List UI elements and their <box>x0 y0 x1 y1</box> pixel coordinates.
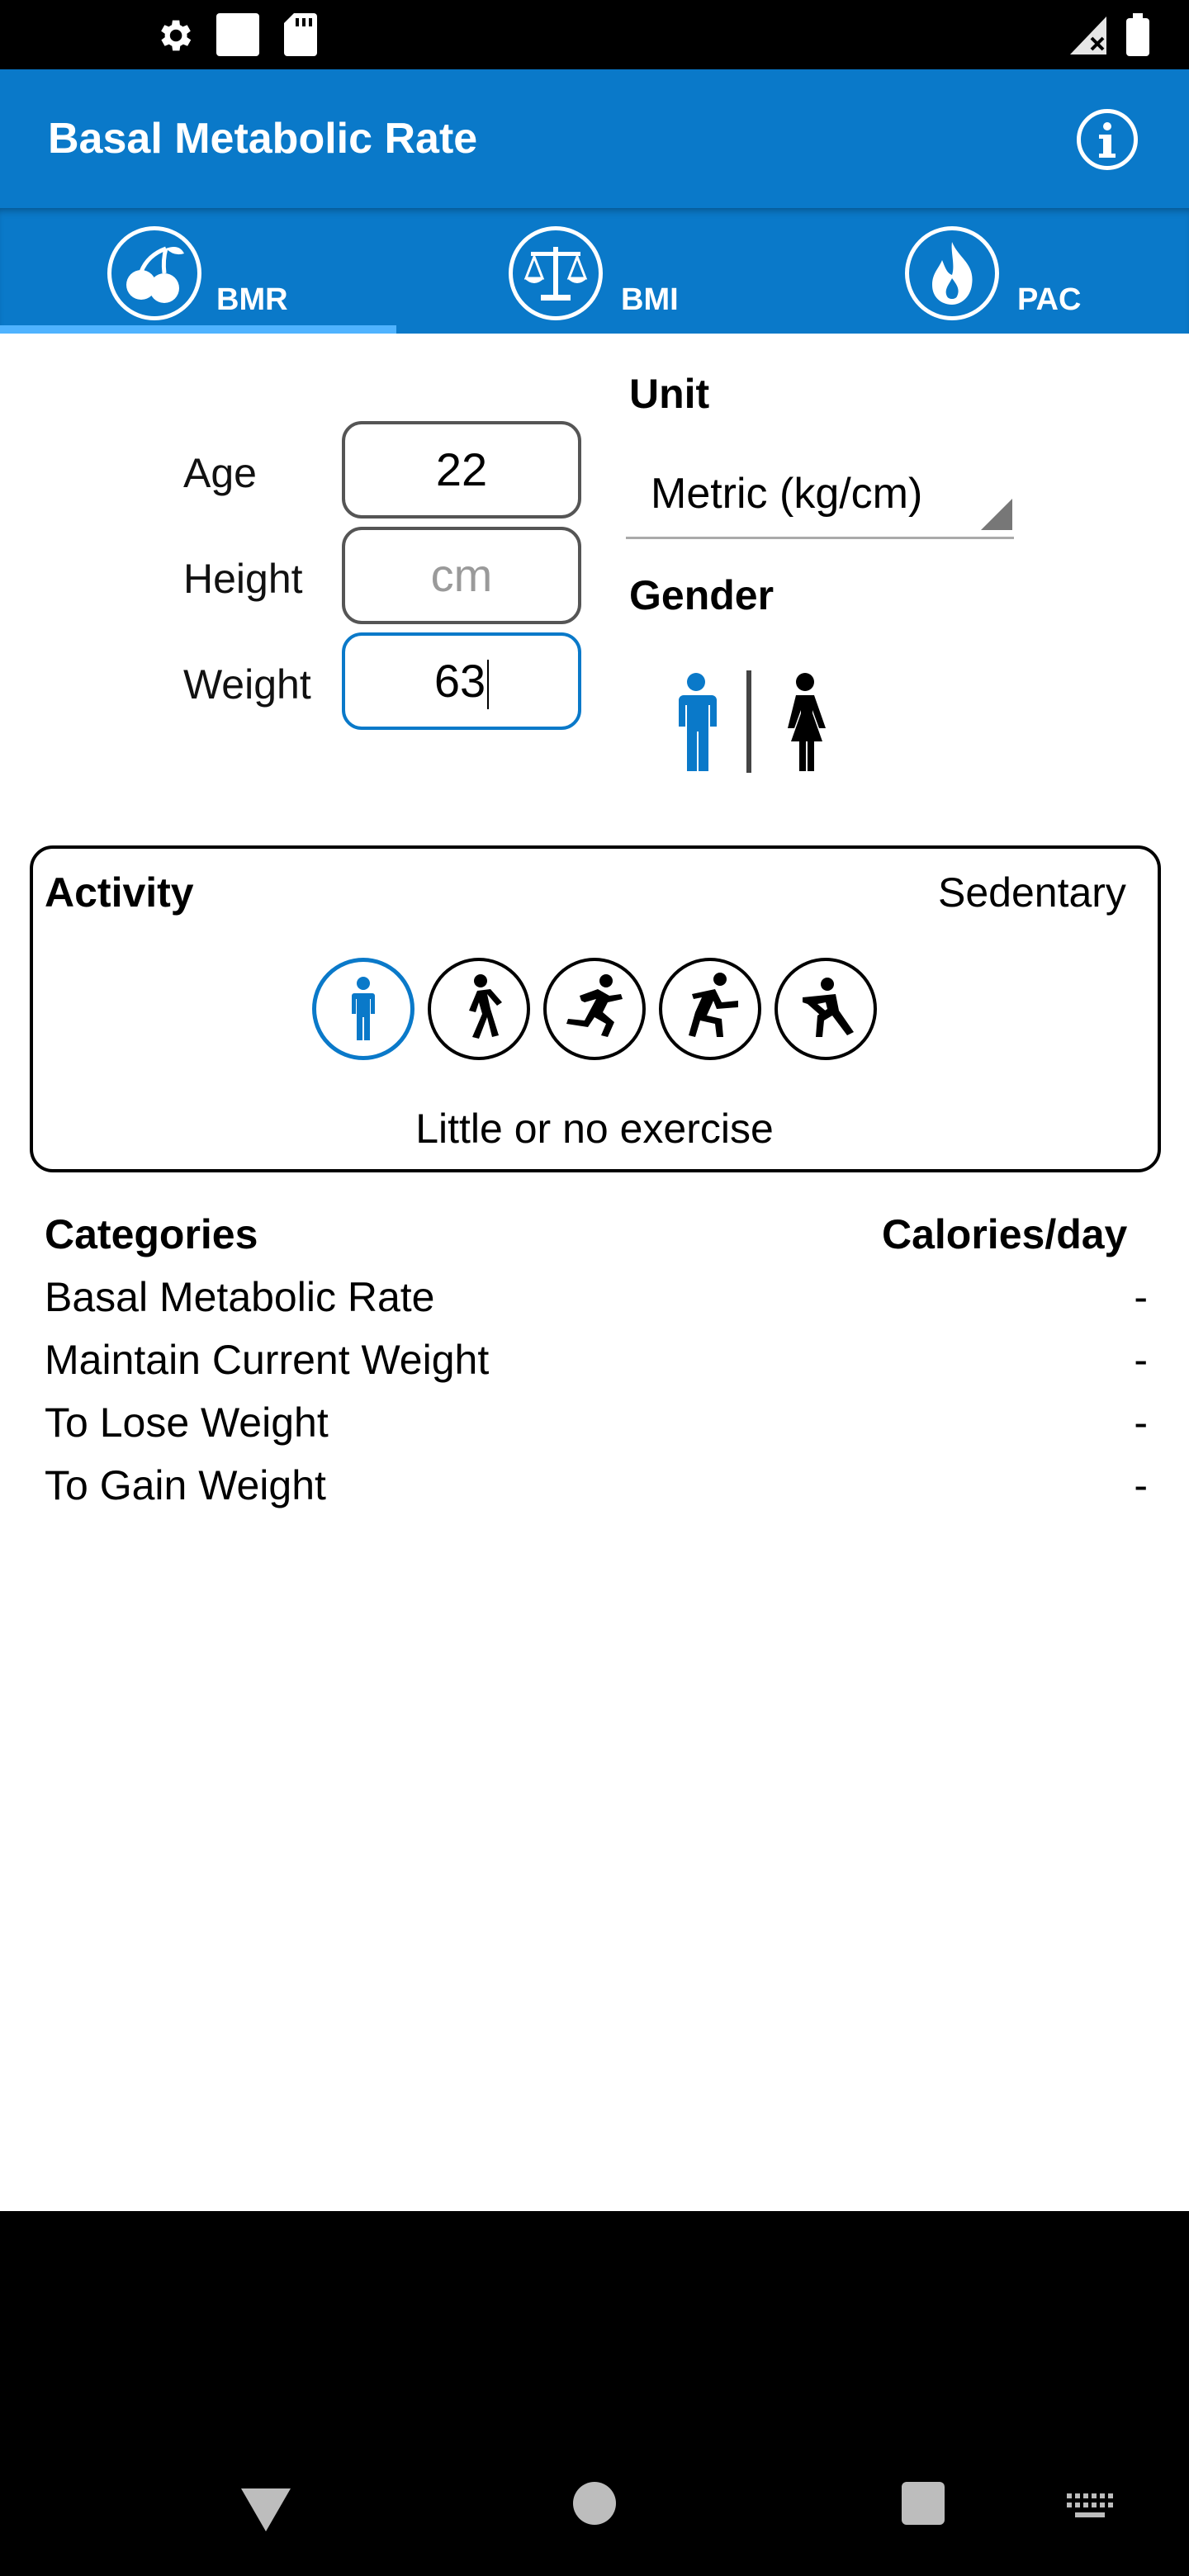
nav-home-icon[interactable] <box>573 2482 616 2525</box>
result-row-label: To Lose Weight <box>45 1399 329 1446</box>
app-title: Basal Metabolic Rate <box>48 115 478 163</box>
activity-option-standing[interactable] <box>312 958 414 1060</box>
result-row-value: - <box>1134 1462 1148 1508</box>
age-input[interactable]: 22 <box>342 421 581 519</box>
result-row-value: - <box>1134 1399 1148 1446</box>
tab-label-bmi: BMI <box>621 282 679 317</box>
activity-option-walking[interactable] <box>428 958 530 1060</box>
scale-icon <box>509 226 603 320</box>
nav-back-icon[interactable] <box>241 2488 291 2531</box>
activity-description: Little or no exercise <box>415 1106 774 1152</box>
walking-person-icon <box>469 974 502 1039</box>
sd-card-icon <box>284 13 317 56</box>
notification-image-icon <box>216 13 259 56</box>
activity-option-exercising[interactable] <box>775 958 877 1060</box>
female-icon[interactable] <box>783 672 827 771</box>
tab-bmi[interactable]: BMI <box>396 208 793 334</box>
result-row-value: - <box>1134 1337 1148 1383</box>
result-row-label: To Gain Weight <box>45 1462 326 1508</box>
exercising-person-icon <box>803 978 854 1037</box>
flame-icon <box>905 226 999 320</box>
sprinting-person-icon <box>689 973 738 1037</box>
running-person-icon <box>566 974 623 1037</box>
settings-icon <box>161 20 192 51</box>
activity-option-running[interactable] <box>543 958 646 1060</box>
weight-input[interactable]: 63 <box>342 632 581 730</box>
weight-value: 63 <box>433 655 486 707</box>
height-input[interactable]: cm <box>342 527 581 624</box>
result-row-label: Basal Metabolic Rate <box>45 1274 435 1320</box>
male-icon[interactable] <box>674 672 718 771</box>
standing-person-icon <box>352 977 375 1040</box>
tab-indicator <box>0 325 396 334</box>
tab-bar: BMR BMI PAC <box>0 208 1189 334</box>
tab-label-pac: PAC <box>1017 282 1082 317</box>
dropdown-caret-icon <box>981 499 1012 530</box>
age-value: 22 <box>435 443 488 495</box>
battery-icon <box>1126 13 1149 56</box>
activity-title: Activity <box>45 869 194 916</box>
column-header-calories: Calories/day <box>882 1211 1128 1257</box>
signal-icon <box>1070 17 1106 54</box>
height-label: Height <box>183 556 303 602</box>
activity-level: Sedentary <box>938 869 1126 916</box>
activity-option-sprinting[interactable] <box>659 958 761 1060</box>
status-time: 9:19 <box>40 10 110 53</box>
nav-recents-icon[interactable] <box>902 2482 945 2525</box>
column-header-categories: Categories <box>45 1211 258 1257</box>
text-cursor <box>487 660 490 710</box>
tab-bmr[interactable]: BMR <box>0 208 396 334</box>
weight-label: Weight <box>183 661 311 708</box>
age-label: Age <box>183 450 257 496</box>
keyboard-icon[interactable] <box>1065 2492 1113 2520</box>
result-row-label: Maintain Current Weight <box>45 1337 490 1383</box>
tab-pac[interactable]: PAC <box>793 208 1189 334</box>
cherry-icon <box>107 226 201 320</box>
unit-title: Unit <box>629 371 710 417</box>
info-icon <box>1099 122 1116 158</box>
gender-divider <box>746 670 751 773</box>
height-placeholder: cm <box>430 549 493 601</box>
unit-selected-value: Metric (kg/cm) <box>651 470 923 518</box>
gender-title: Gender <box>629 572 775 618</box>
result-row-value: - <box>1134 1274 1148 1320</box>
info-button[interactable] <box>1077 109 1138 170</box>
tab-label-bmr: BMR <box>216 282 288 317</box>
